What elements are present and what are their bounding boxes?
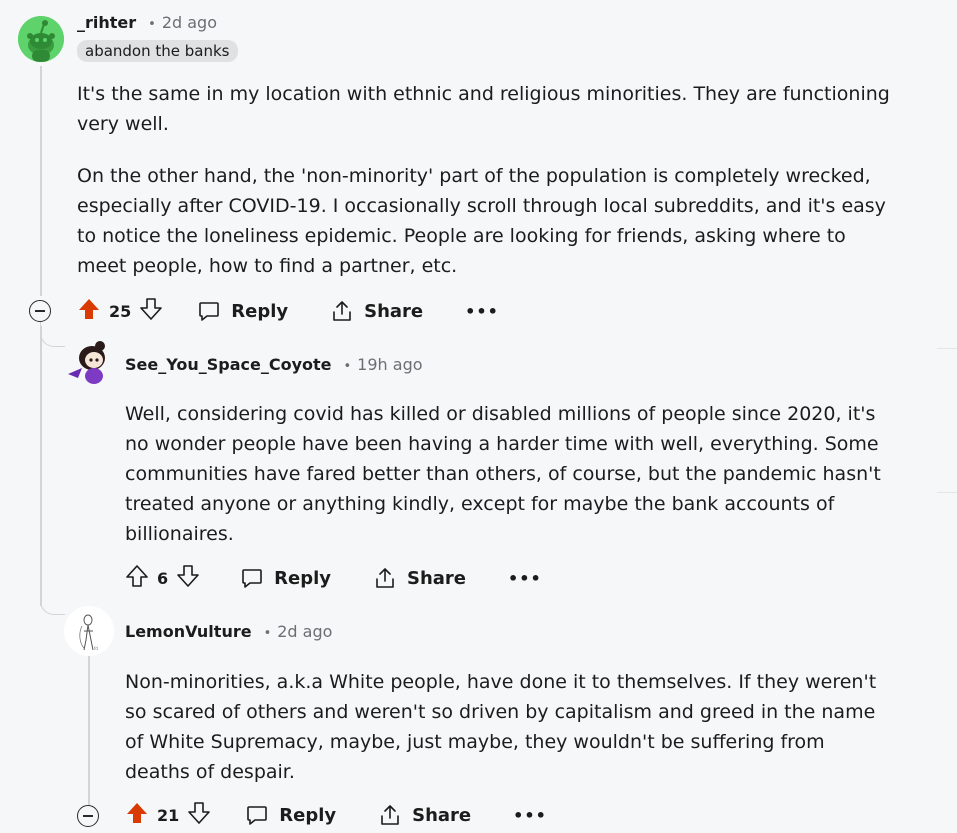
action-bar: 6 Reply Share ••• (125, 563, 542, 593)
action-bar: 21 Reply Share ••• (125, 800, 547, 830)
comment-body: Non-minorities, a.k.a White people, have… (125, 667, 895, 787)
upvote-filled-icon (79, 299, 99, 319)
more-options-button[interactable]: ••• (465, 302, 499, 321)
vote-control: 25 (77, 297, 163, 325)
collapse-thread-button[interactable] (29, 300, 51, 322)
downvote-icon (140, 298, 163, 320)
vote-count: 25 (109, 301, 132, 321)
timestamp[interactable]: 19h ago (357, 355, 422, 374)
reply-button[interactable]: Reply (240, 566, 331, 590)
share-label: Share (412, 804, 472, 826)
comment-paragraph: Non-minorities, a.k.a White people, have… (125, 671, 877, 783)
comment-paragraph: On the other hand, the 'non-minority' pa… (77, 165, 886, 277)
reply-label: Reply (279, 804, 337, 826)
username[interactable]: _rihter (77, 13, 136, 32)
snoo-avatar-icon (68, 341, 105, 384)
thread-line-main-lower[interactable] (40, 326, 42, 606)
more-options-button[interactable]: ••• (508, 569, 542, 588)
timestamp[interactable]: 2d ago (277, 622, 332, 641)
share-button[interactable]: Share (373, 566, 466, 590)
share-button[interactable]: Share (330, 299, 423, 323)
separator-dot: • (263, 626, 272, 641)
downvote-button[interactable] (139, 297, 163, 325)
vote-control: 6 (125, 564, 200, 592)
action-bar: 25 Reply Share ••• (77, 296, 499, 326)
separator-dot: • (148, 17, 156, 32)
comment-body: Well, considering covid has killed or di… (125, 399, 895, 549)
reply-label: Reply (231, 300, 289, 322)
share-icon (333, 301, 351, 321)
comment-paragraph: It's the same in my location with ethnic… (77, 83, 890, 135)
comment-bubble-icon (242, 569, 262, 588)
vote-count: 21 (157, 805, 180, 825)
thread-elbow-1 (40, 320, 65, 347)
share-label: Share (364, 300, 424, 322)
downvote-icon (177, 565, 199, 587)
avatar[interactable] (18, 16, 64, 62)
reply-label: Reply (274, 567, 331, 589)
snoo-avatar-icon (18, 16, 64, 62)
thread-line-main[interactable] (40, 66, 42, 296)
username[interactable]: LemonVulture (125, 622, 252, 641)
thread-elbow-2 (40, 590, 65, 615)
separator-dot: • (343, 359, 352, 374)
username[interactable]: See_You_Space_Coyote (125, 355, 332, 374)
reply-button[interactable]: Reply (197, 299, 288, 323)
avatar[interactable]: fd (64, 606, 114, 656)
upvote-icon (126, 565, 148, 587)
page-divider (937, 492, 957, 493)
user-flair: abandon the banks (77, 40, 238, 62)
svg-text:fd: fd (94, 646, 98, 651)
upvote-button[interactable] (125, 564, 149, 592)
share-icon (376, 568, 394, 588)
page-divider (937, 348, 957, 349)
vote-control: 21 (125, 801, 211, 829)
sketch-avatar-icon: fd (64, 606, 114, 656)
reply-button[interactable]: Reply (245, 803, 336, 827)
share-button[interactable]: Share (378, 803, 471, 827)
vote-count: 6 (157, 568, 169, 588)
upvote-filled-icon (127, 803, 147, 823)
share-icon (381, 805, 399, 825)
downvote-button[interactable] (187, 801, 211, 829)
more-options-button[interactable]: ••• (513, 806, 547, 825)
timestamp[interactable]: 2d ago (162, 13, 217, 32)
downvote-icon (188, 802, 211, 824)
upvote-button[interactable] (125, 801, 149, 829)
upvote-button[interactable] (77, 297, 101, 325)
share-label: Share (407, 567, 467, 589)
comment-bubble-icon (247, 806, 268, 825)
thread-line-reply (88, 656, 90, 806)
avatar[interactable] (64, 338, 114, 388)
downvote-button[interactable] (176, 564, 200, 592)
comment-bubble-icon (199, 302, 220, 321)
comment-paragraph: Well, considering covid has killed or di… (125, 403, 881, 545)
comment-body: It's the same in my location with ethnic… (77, 79, 897, 281)
collapse-thread-button[interactable] (77, 805, 99, 827)
